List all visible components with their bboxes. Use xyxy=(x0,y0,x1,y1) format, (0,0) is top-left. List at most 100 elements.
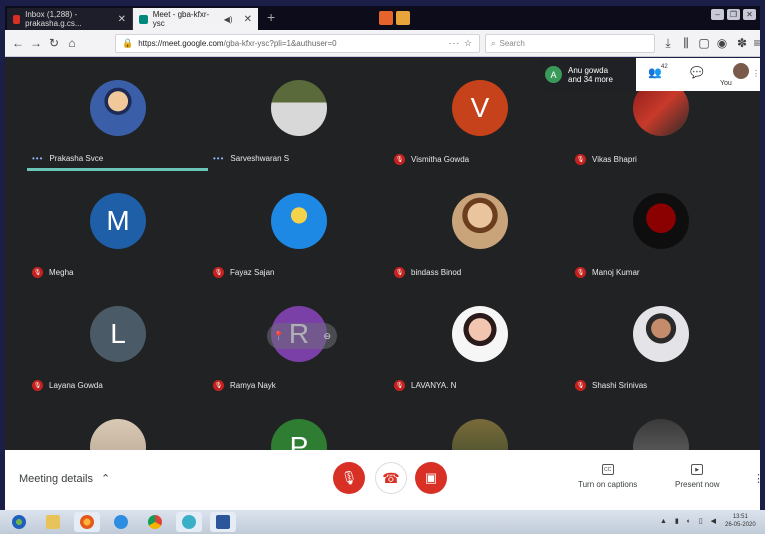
present-now-button[interactable]: ▶ Present now xyxy=(675,464,719,489)
captions-label: Turn on captions xyxy=(578,480,638,489)
participant-tile[interactable]: ••• Prakasha Svce xyxy=(27,58,207,170)
participant-nameline: 🎙 Ramya Nayk xyxy=(213,380,276,391)
mic-muted-icon: 🎙 xyxy=(394,380,405,391)
participant-tile[interactable]: 🎙 Fayaz Sajan xyxy=(208,171,388,283)
reload-icon[interactable]: ↻ xyxy=(47,36,61,50)
mic-muted-icon: 🎙 xyxy=(213,380,224,391)
word-icon[interactable] xyxy=(210,512,236,532)
mic-muted-icon: 🎙 xyxy=(32,267,43,278)
minimize-button[interactable]: – xyxy=(711,9,724,20)
firefox-icon[interactable] xyxy=(74,512,100,532)
participant-nameline: 🎙 Fayaz Sajan xyxy=(213,267,274,278)
participant-tile[interactable] xyxy=(27,397,207,450)
audio-level-icon: ••• xyxy=(213,154,225,163)
people-icon[interactable]: 👥 xyxy=(648,66,662,79)
chrome-icon[interactable] xyxy=(142,512,168,532)
back-icon[interactable]: ← xyxy=(11,36,25,50)
system-clock[interactable]: 13:51 26-05-2020 xyxy=(725,513,756,529)
tab-label: Meet - gba-kfxr-ysc xyxy=(152,10,210,28)
participant-tile[interactable]: 🎙 LAVANYA. N xyxy=(389,284,569,396)
tab-label: Inbox (1,288) - prakasha.g.cs... xyxy=(25,10,82,28)
participant-nameline: 🎙 Shashi Srinivas xyxy=(575,380,647,391)
camera-off-icon: ▣ xyxy=(424,470,438,485)
phone-hangup-icon: ☎ xyxy=(382,469,400,486)
windows-taskbar: ▲ ▮ ◐ ▯ ◀ 13:51 26-05-2020 xyxy=(0,510,765,534)
close-icon[interactable]: ✕ xyxy=(118,14,126,25)
extension-icon[interactable] xyxy=(379,11,393,25)
participant-nameline: ••• Prakasha Svce xyxy=(32,154,103,163)
desktop-frame: Inbox (1,288) - prakasha.g.cs... ✕ Meet … xyxy=(0,0,765,534)
chevron-up-icon: ⌃ xyxy=(101,473,111,485)
notification-line2: and 34 more xyxy=(568,74,613,84)
mic-muted-icon: 🎙 xyxy=(213,267,224,278)
participant-name: LAVANYA. N xyxy=(411,381,457,390)
close-window-button[interactable]: ✕ xyxy=(743,9,756,20)
ie-icon[interactable] xyxy=(108,512,134,532)
participant-tile[interactable]: 🎙 Manoj Kumar xyxy=(570,171,750,283)
avatar: V xyxy=(452,80,508,136)
more-options-icon[interactable]: ⋮ xyxy=(753,472,764,485)
avatar xyxy=(633,306,689,362)
search-input[interactable]: ⌕ Search xyxy=(485,34,655,53)
app-icon[interactable] xyxy=(176,512,202,532)
self-avatar[interactable] xyxy=(733,63,749,79)
browser-tab-strip: Inbox (1,288) - prakasha.g.cs... ✕ Meet … xyxy=(5,6,760,30)
extension-icon[interactable]: ✽ xyxy=(735,36,749,50)
self-menu-icon[interactable]: ⋮ xyxy=(752,69,760,78)
participant-tile[interactable]: P xyxy=(208,397,388,450)
participant-tile[interactable]: ••• Sarveshwaran S xyxy=(208,58,388,170)
tab-gmail-inbox[interactable]: Inbox (1,288) - prakasha.g.cs... ✕ xyxy=(7,8,133,30)
library-icon[interactable]: ⫼ xyxy=(679,36,693,50)
participant-tile[interactable]: 🎙 Shashi Srinivas xyxy=(570,284,750,396)
tab-meet[interactable]: Meet - gba-kfxr-ysc ◀) ✕ xyxy=(133,8,258,30)
audio-level-icon: ••• xyxy=(32,154,44,163)
close-icon[interactable]: ✕ xyxy=(244,14,252,25)
forward-icon[interactable]: → xyxy=(29,36,43,50)
captions-button[interactable]: CC Turn on captions xyxy=(578,464,637,489)
participant-nameline: 🎙 Vikas Bhapri xyxy=(575,154,637,165)
mic-muted-icon: 🎙 xyxy=(575,380,586,391)
participant-tile[interactable] xyxy=(389,397,569,450)
participant-name: bindass Binod xyxy=(411,268,462,277)
menu-icon[interactable]: ≡ xyxy=(750,36,764,50)
avatar xyxy=(271,193,327,249)
participant-tile[interactable]: L 🎙 Layana Gowda xyxy=(27,284,207,396)
participant-nameline: 🎙 LAVANYA. N xyxy=(394,380,456,391)
start-button[interactable] xyxy=(6,512,32,532)
participant-name: Prakasha Svce xyxy=(49,154,104,163)
system-tray[interactable]: ▲ ▮ ◐ ▯ ◀ xyxy=(660,517,719,525)
chat-icon[interactable]: 💬 xyxy=(690,66,704,79)
camera-toggle-button[interactable]: ▣ xyxy=(415,462,447,494)
more-options-icon[interactable]: ⊖ xyxy=(323,331,331,342)
participant-name: Ramya Nayk xyxy=(230,381,276,390)
mic-muted-icon: 🎙 xyxy=(32,380,43,391)
meeting-details-button[interactable]: Meeting details ⌃ xyxy=(19,472,111,486)
participant-tile[interactable]: M 🎙 Megha xyxy=(27,171,207,283)
gmail-favicon-icon xyxy=(13,14,21,24)
pin-icon[interactable]: 📍 xyxy=(273,331,284,342)
clock-time: 13:51 xyxy=(732,514,748,520)
avatar: P xyxy=(271,419,327,450)
participant-name: Vismitha Gowda xyxy=(411,155,470,164)
avatar xyxy=(90,419,146,450)
participant-name: Layana Gowda xyxy=(49,381,103,390)
speaker-icon[interactable]: ◀) xyxy=(224,15,233,24)
microphone-toggle-button[interactable]: 🎙 xyxy=(333,462,365,494)
people-count: 42 xyxy=(661,64,668,70)
sidebar-icon[interactable]: ▢ xyxy=(697,36,711,50)
account-icon[interactable]: ◉ xyxy=(715,36,729,50)
participant-name: Sarveshwaran S xyxy=(230,154,290,163)
explorer-icon[interactable] xyxy=(40,512,66,532)
home-icon[interactable]: ⌂ xyxy=(65,36,79,50)
avatar xyxy=(633,419,689,450)
download-icon[interactable]: ⤓ xyxy=(661,36,675,50)
new-tab-button[interactable]: + xyxy=(267,9,275,25)
extension-icon[interactable] xyxy=(396,11,410,25)
hang-up-button[interactable]: ☎ xyxy=(375,462,407,494)
participant-tile[interactable] xyxy=(570,397,750,450)
maximize-button[interactable]: ❐ xyxy=(727,9,740,20)
participant-tile[interactable]: 🎙 bindass Binod xyxy=(389,171,569,283)
tile-hover-controls[interactable]: 📍 ⊖ xyxy=(267,323,337,349)
url-bar[interactable]: 🔒 https://meet.google.com /gba-kfxr-ysc?… xyxy=(115,34,480,53)
page-actions-icon[interactable]: ··· ☆ xyxy=(448,38,473,49)
